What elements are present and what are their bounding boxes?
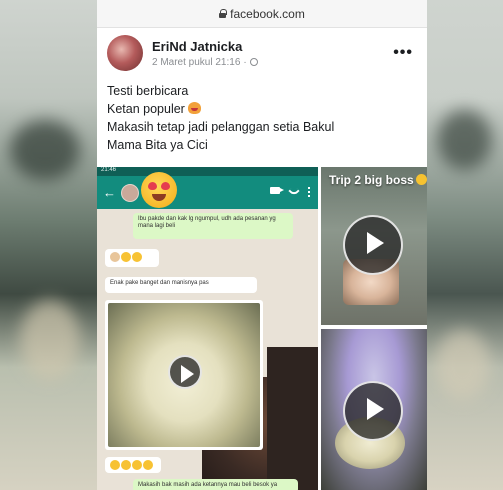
chat-video-play-icon[interactable]	[168, 355, 202, 389]
wink-emoji-icon	[415, 174, 427, 185]
phone-screen: facebook.com EriNd Jatnicka 2 Maret puku…	[97, 0, 427, 490]
post-line-2-row: Ketan populer	[107, 100, 417, 118]
post-line-4: Mama Bita ya Cici	[107, 138, 208, 152]
grinning-emoji-icon	[143, 460, 153, 470]
post-line-2: Ketan populer	[107, 102, 185, 116]
chat-message-incoming: Enak pake banget dan manisnya pas	[105, 277, 257, 293]
post-line-3: Makasih tetap jadi pelanggan setia Bakul	[107, 120, 335, 134]
post-text: Testi berbicara Ketan populer Makasih te…	[97, 78, 427, 154]
chat-message-outgoing: Ibu pakde dan kak lg ngumpul, udh ada pe…	[133, 213, 293, 239]
post-timestamp[interactable]: 2 Maret pukul 21:16	[152, 57, 240, 68]
globe-icon	[249, 58, 258, 66]
lock-icon	[219, 9, 228, 18]
post-header: EriNd Jatnicka 2 Maret pukul 21:16 · •••	[97, 28, 427, 78]
person-hair	[267, 347, 318, 490]
heart-eyes-emoji-icon	[141, 172, 177, 208]
phone-call-icon	[288, 185, 300, 197]
author-block: EriNd Jatnicka 2 Maret pukul 21:16 ·	[152, 39, 258, 68]
chat-message-emojis	[105, 249, 159, 267]
grinning-emoji-icon	[110, 460, 120, 470]
wa-header-actions	[270, 185, 310, 197]
post-line-1: Testi berbicara	[107, 84, 189, 98]
video-thumbnail-top[interactable]: Trip 2 big boss	[321, 167, 427, 325]
video-play-icon-bottom[interactable]	[343, 381, 403, 441]
video-caption: Trip 2 big boss	[329, 173, 427, 187]
chat-video-preview	[108, 303, 260, 447]
video-call-icon	[270, 187, 284, 194]
folded-hands-emoji-icon	[110, 252, 120, 262]
grinning-emoji-icon	[132, 460, 142, 470]
blurred-background-left	[0, 0, 97, 490]
laughing-emoji-icon	[187, 102, 201, 114]
chat-message-emoji-row	[105, 457, 161, 473]
back-arrow-icon: ←	[103, 185, 116, 200]
chat-message-outgoing-last: Makasih bak masih ada ketannya mau beli …	[133, 479, 298, 490]
browser-url-bar[interactable]: facebook.com	[97, 0, 427, 28]
wa-contact-avatar	[121, 183, 139, 202]
more-options-icon[interactable]: •••	[393, 44, 413, 62]
url-text: facebook.com	[230, 6, 305, 21]
post-media-grid: 21:46 ← Ibu pakde dan kak lg ngumpul, ud…	[97, 167, 427, 490]
smiling-emoji-icon	[132, 252, 142, 262]
whatsapp-screenshot[interactable]: 21:46 ← Ibu pakde dan kak lg ngumpul, ud…	[97, 167, 318, 490]
post-meta: 2 Maret pukul 21:16 ·	[152, 57, 258, 68]
author-name[interactable]: EriNd Jatnicka	[152, 39, 258, 54]
video-play-icon-top[interactable]	[343, 215, 403, 275]
video-thumbnail-bottom[interactable]	[321, 329, 427, 490]
screenshot-frame: facebook.com EriNd Jatnicka 2 Maret puku…	[0, 0, 503, 490]
kebab-menu-icon	[308, 187, 310, 197]
wa-chat-header: ←	[97, 172, 318, 209]
grinning-emoji-icon	[121, 460, 131, 470]
wa-status-bar: 21:46	[97, 167, 318, 176]
smiling-emoji-icon	[121, 252, 131, 262]
author-avatar[interactable]	[107, 35, 143, 71]
chat-video-message[interactable]	[105, 300, 263, 450]
blurred-background-right	[427, 0, 503, 490]
